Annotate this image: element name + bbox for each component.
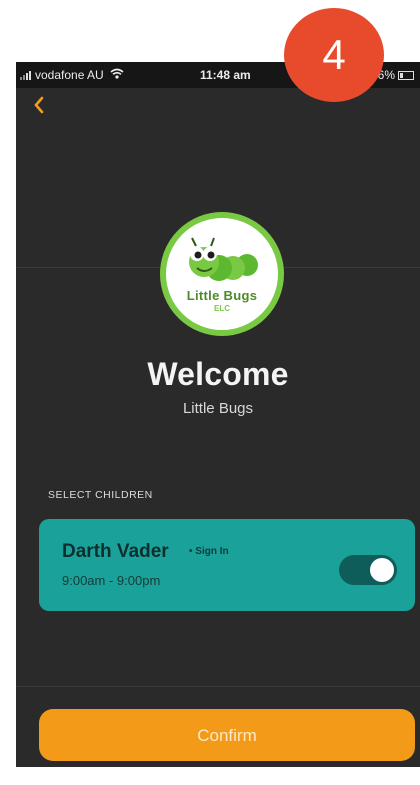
chevron-left-icon (34, 96, 44, 114)
carrier-name: vodafone AU (35, 68, 104, 82)
caterpillar-icon (189, 237, 258, 281)
sign-in-status[interactable]: • Sign In (189, 546, 229, 557)
wifi-icon (110, 68, 124, 82)
phone-screen: vodafone AU 11:48 am 6% Little Bugs ELC … (16, 62, 420, 767)
logo-title: Little Bugs (186, 288, 258, 303)
toggle-knob (370, 558, 394, 582)
signal-icon (20, 70, 31, 80)
centre-name: Little Bugs (182, 400, 254, 417)
select-children-label: SELECT CHILDREN (48, 489, 153, 501)
child-card[interactable]: Darth Vader • Sign In 9:00am - 9:00pm (39, 519, 415, 611)
centre-logo: Little Bugs ELC (160, 212, 284, 336)
welcome-heading: Welcome (147, 356, 289, 392)
step-number-badge: 4 (284, 8, 384, 102)
back-button[interactable] (32, 95, 56, 119)
footer-divider (16, 686, 420, 687)
child-name: Darth Vader (62, 541, 169, 562)
logo-subtitle: ELC (214, 304, 230, 313)
status-left: vodafone AU (20, 68, 124, 82)
child-select-toggle[interactable] (339, 555, 397, 585)
status-time: 11:48 am (200, 68, 251, 82)
status-right: 6% (378, 68, 414, 82)
confirm-button[interactable]: Confirm (39, 709, 415, 761)
child-session-time: 9:00am - 9:00pm (62, 573, 161, 588)
battery-icon (398, 70, 414, 80)
